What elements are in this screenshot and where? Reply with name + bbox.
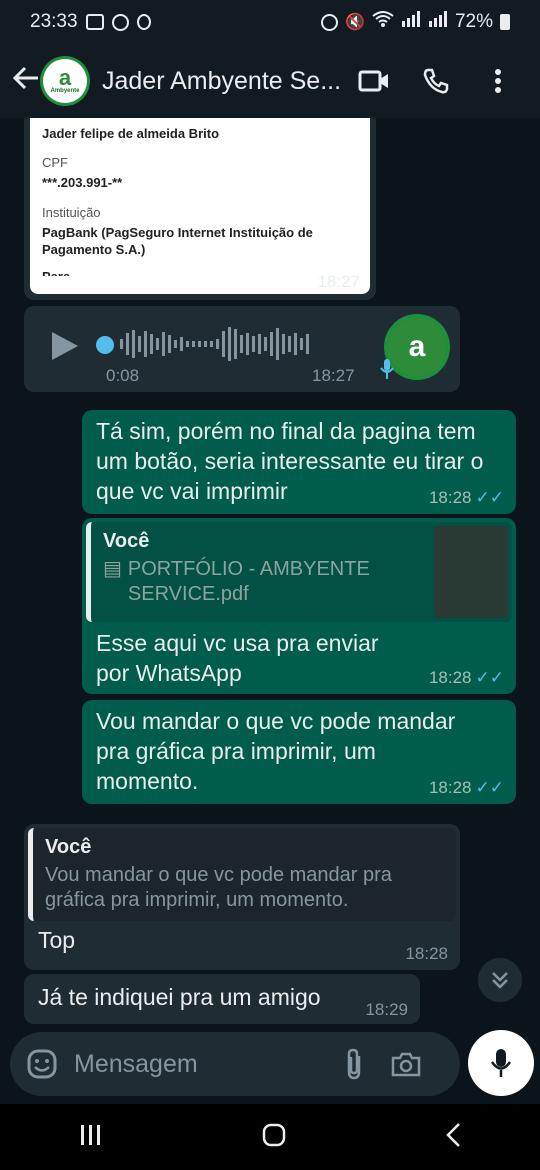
chat-area[interactable]: Jader felipe de almeida Brito CPF ***.20… <box>0 118 540 1030</box>
attach-button[interactable] <box>334 1044 374 1084</box>
incoming-audio-message[interactable]: 0:08 18:27 a <box>24 306 460 392</box>
message-time: 18:28 <box>428 778 472 797</box>
chat-header: a Ambyente Jader Ambyente Se... <box>0 44 540 118</box>
message-input-container <box>10 1032 460 1096</box>
incoming-message[interactable]: Já te indiquei pra um amigo 18:29 <box>24 974 420 1024</box>
quote-file: ▤ PORTFÓLIO - AMBYENTE SERVICE.pdf <box>103 557 422 607</box>
outgoing-message[interactable]: Vou mandar o que vc pode mandar pra gráf… <box>82 700 516 804</box>
receipt-cut-label: Para <box>42 268 358 276</box>
recent-apps-button[interactable] <box>79 1124 103 1151</box>
message-time-wrap: 18:28 ✓✓ <box>429 668 504 688</box>
message-time: 18:29 <box>365 1000 408 1019</box>
message-time: 18:28 <box>405 944 448 963</box>
receipt-image[interactable]: Jader felipe de almeida Brito CPF ***.20… <box>30 118 370 294</box>
outgoing-message[interactable]: Tá sim, porém no final da pagina tem um … <box>82 410 516 514</box>
outgoing-reply-message[interactable]: Você ▤ PORTFÓLIO - AMBYENTE SERVICE.pdf … <box>82 518 516 694</box>
wifi-icon <box>372 10 394 34</box>
quote-author: Você <box>103 530 150 552</box>
instagram-icon <box>111 13 129 31</box>
message-time-wrap: 18:28 ✓✓ <box>429 488 504 508</box>
more-options-button[interactable] <box>478 61 518 101</box>
home-button[interactable] <box>262 1123 286 1152</box>
back-button[interactable] <box>445 1122 461 1153</box>
composer-bar <box>0 1030 540 1104</box>
key-icon <box>136 14 151 30</box>
message-time: 18:27 <box>312 366 355 385</box>
system-nav-bar <box>0 1104 540 1170</box>
emoji-button[interactable] <box>24 1046 60 1082</box>
camera-button[interactable] <box>386 1044 426 1084</box>
signal-icon-2 <box>428 11 448 33</box>
alarm-icon <box>321 13 339 31</box>
incoming-reply-message[interactable]: Você Vou mandar o que vc pode mandar pra… <box>24 824 460 970</box>
read-receipt-icon: ✓✓ <box>475 488 505 507</box>
receipt-inst-label: Instituição <box>42 205 101 220</box>
message-input[interactable] <box>74 1049 334 1079</box>
receipt-cpf-value: ***.203.991-** <box>42 175 123 190</box>
quote-file-name: PORTFÓLIO - AMBYENTE SERVICE.pdf <box>127 558 370 605</box>
message-time: 18:28 <box>428 488 472 507</box>
quote-text: Vou mandar o que vc pode mandar pra gráf… <box>45 864 392 911</box>
signal-icon <box>401 11 421 33</box>
contact-avatar[interactable]: a Ambyente <box>40 56 90 106</box>
message-text: Esse aqui vc usa pra enviar por WhatsApp <box>96 630 379 686</box>
scroll-to-bottom-button[interactable] <box>478 958 522 1002</box>
audio-progress-dot[interactable] <box>96 336 114 354</box>
receipt-inst-value: PagBank (PagSeguro Internet Instituição … <box>42 225 313 257</box>
receipt-cpf-label: CPF <box>42 155 68 170</box>
avatar-brand: Ambyente <box>50 88 80 94</box>
video-call-button[interactable] <box>354 61 394 101</box>
quoted-document[interactable]: Você ▤ PORTFÓLIO - AMBYENTE SERVICE.pdf <box>86 522 512 622</box>
voice-call-button[interactable] <box>416 61 456 101</box>
quote-author: Você <box>45 836 92 858</box>
message-time: 18:28 <box>428 668 472 687</box>
gallery-icon <box>85 14 104 30</box>
message-text: Vou mandar o que vc pode mandar pra gráf… <box>96 708 456 794</box>
battery-icon <box>500 14 510 30</box>
audio-waveform[interactable] <box>120 324 356 364</box>
message-text: Top <box>38 927 76 953</box>
play-button[interactable] <box>50 330 80 367</box>
incoming-image-message[interactable]: Jader felipe de almeida Brito CPF ***.20… <box>24 118 376 300</box>
mute-icon: 🔇 <box>345 14 365 31</box>
voice-record-button[interactable] <box>468 1030 534 1096</box>
contact-name[interactable]: Jader Ambyente Se... <box>102 67 341 96</box>
message-text: Já te indiquei pra um amigo <box>38 984 321 1010</box>
document-icon: ▤ <box>103 558 122 580</box>
receipt-name: Jader felipe de almeida Brito <box>42 126 220 141</box>
audio-duration: 0:08 <box>106 366 140 385</box>
battery-percent: 72% <box>454 11 493 32</box>
message-time: 18:27 <box>317 272 360 291</box>
read-receipt-icon: ✓✓ <box>475 668 505 687</box>
avatar-letter: a <box>58 65 72 90</box>
sender-avatar-letter: a <box>408 330 426 363</box>
quoted-message[interactable]: Você Vou mandar o que vc pode mandar pra… <box>28 828 456 921</box>
status-time: 23:33 <box>30 11 78 32</box>
read-receipt-icon: ✓✓ <box>475 778 505 797</box>
message-time-wrap: 18:28 ✓✓ <box>429 778 504 798</box>
status-bar: 23:33 🔇 72% <box>0 0 540 44</box>
document-thumbnail <box>434 526 508 618</box>
mic-icon <box>380 358 394 385</box>
